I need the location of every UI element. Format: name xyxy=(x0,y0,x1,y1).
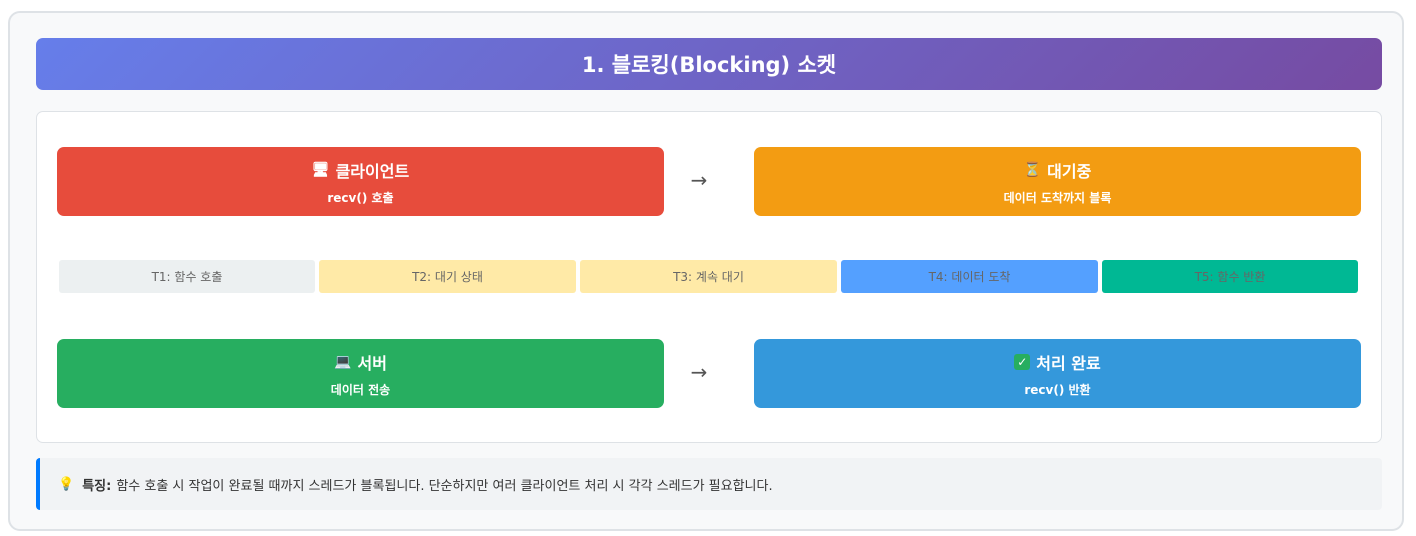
lightbulb-icon: 💡 xyxy=(58,476,75,492)
arrow-icon: → xyxy=(690,168,708,192)
feature-note-label: 특징: xyxy=(82,478,112,494)
timeline-step: T3: 계속 대기 xyxy=(580,260,837,293)
server-box-header: 💻 서버 xyxy=(334,350,387,374)
waiting-box-header: ⏳ 대기중 xyxy=(1024,158,1092,182)
check-icon: ✓ xyxy=(1014,353,1031,370)
feature-note: 💡 특징: 함수 호출 시 작업이 완료될 때까지 스레드가 블록됩니다. 단순… xyxy=(36,458,1382,510)
blocking-socket-card: 1. 블로킹(Blocking) 소켓 🖥 클라이언트 recv() 호출 → … xyxy=(8,11,1404,531)
client-box-title: 클라이언트 xyxy=(335,161,410,181)
waiting-box-subtitle: 데이터 도착까지 블록 xyxy=(1003,190,1112,205)
done-box-title: 처리 완료 xyxy=(1036,353,1101,373)
diagram-panel: 🖥 클라이언트 recv() 호출 → ⏳ 대기중 데이터 도착까지 블록 T1… xyxy=(36,111,1382,443)
section-title: 1. 블로킹(Blocking) 소켓 xyxy=(36,38,1382,90)
timeline-step: T5: 함수 반환 xyxy=(1102,260,1358,293)
client-box-subtitle: recv() 호출 xyxy=(327,190,394,205)
hourglass-icon: ⏳ xyxy=(1023,161,1042,178)
server-box-subtitle: 데이터 전송 xyxy=(330,382,391,397)
computer-icon: 🖥 xyxy=(311,161,330,178)
timeline-step: T4: 데이터 도착 xyxy=(841,260,1098,293)
server-box: 💻 서버 데이터 전송 xyxy=(57,339,664,408)
done-box: ✓ 처리 완료 recv() 반환 xyxy=(754,339,1361,408)
timeline-step: T1: 함수 호출 xyxy=(59,260,315,293)
timeline-step: T2: 대기 상태 xyxy=(319,260,576,293)
done-box-header: ✓ 처리 완료 xyxy=(1014,350,1101,374)
client-box: 🖥 클라이언트 recv() 호출 xyxy=(57,147,664,216)
client-box-header: 🖥 클라이언트 xyxy=(312,158,409,182)
done-box-subtitle: recv() 반환 xyxy=(1024,382,1091,397)
timeline: T1: 함수 호출 T2: 대기 상태 T3: 계속 대기 T4: 데이터 도착… xyxy=(59,260,1359,293)
feature-note-text: 함수 호출 시 작업이 완료될 때까지 스레드가 블록됩니다. 단순하지만 여러… xyxy=(116,478,773,494)
waiting-box: ⏳ 대기중 데이터 도착까지 블록 xyxy=(754,147,1361,216)
laptop-icon: 💻 xyxy=(334,353,352,370)
arrow-icon: → xyxy=(690,360,708,384)
waiting-box-title: 대기중 xyxy=(1047,161,1092,181)
server-box-title: 서버 xyxy=(357,353,387,373)
